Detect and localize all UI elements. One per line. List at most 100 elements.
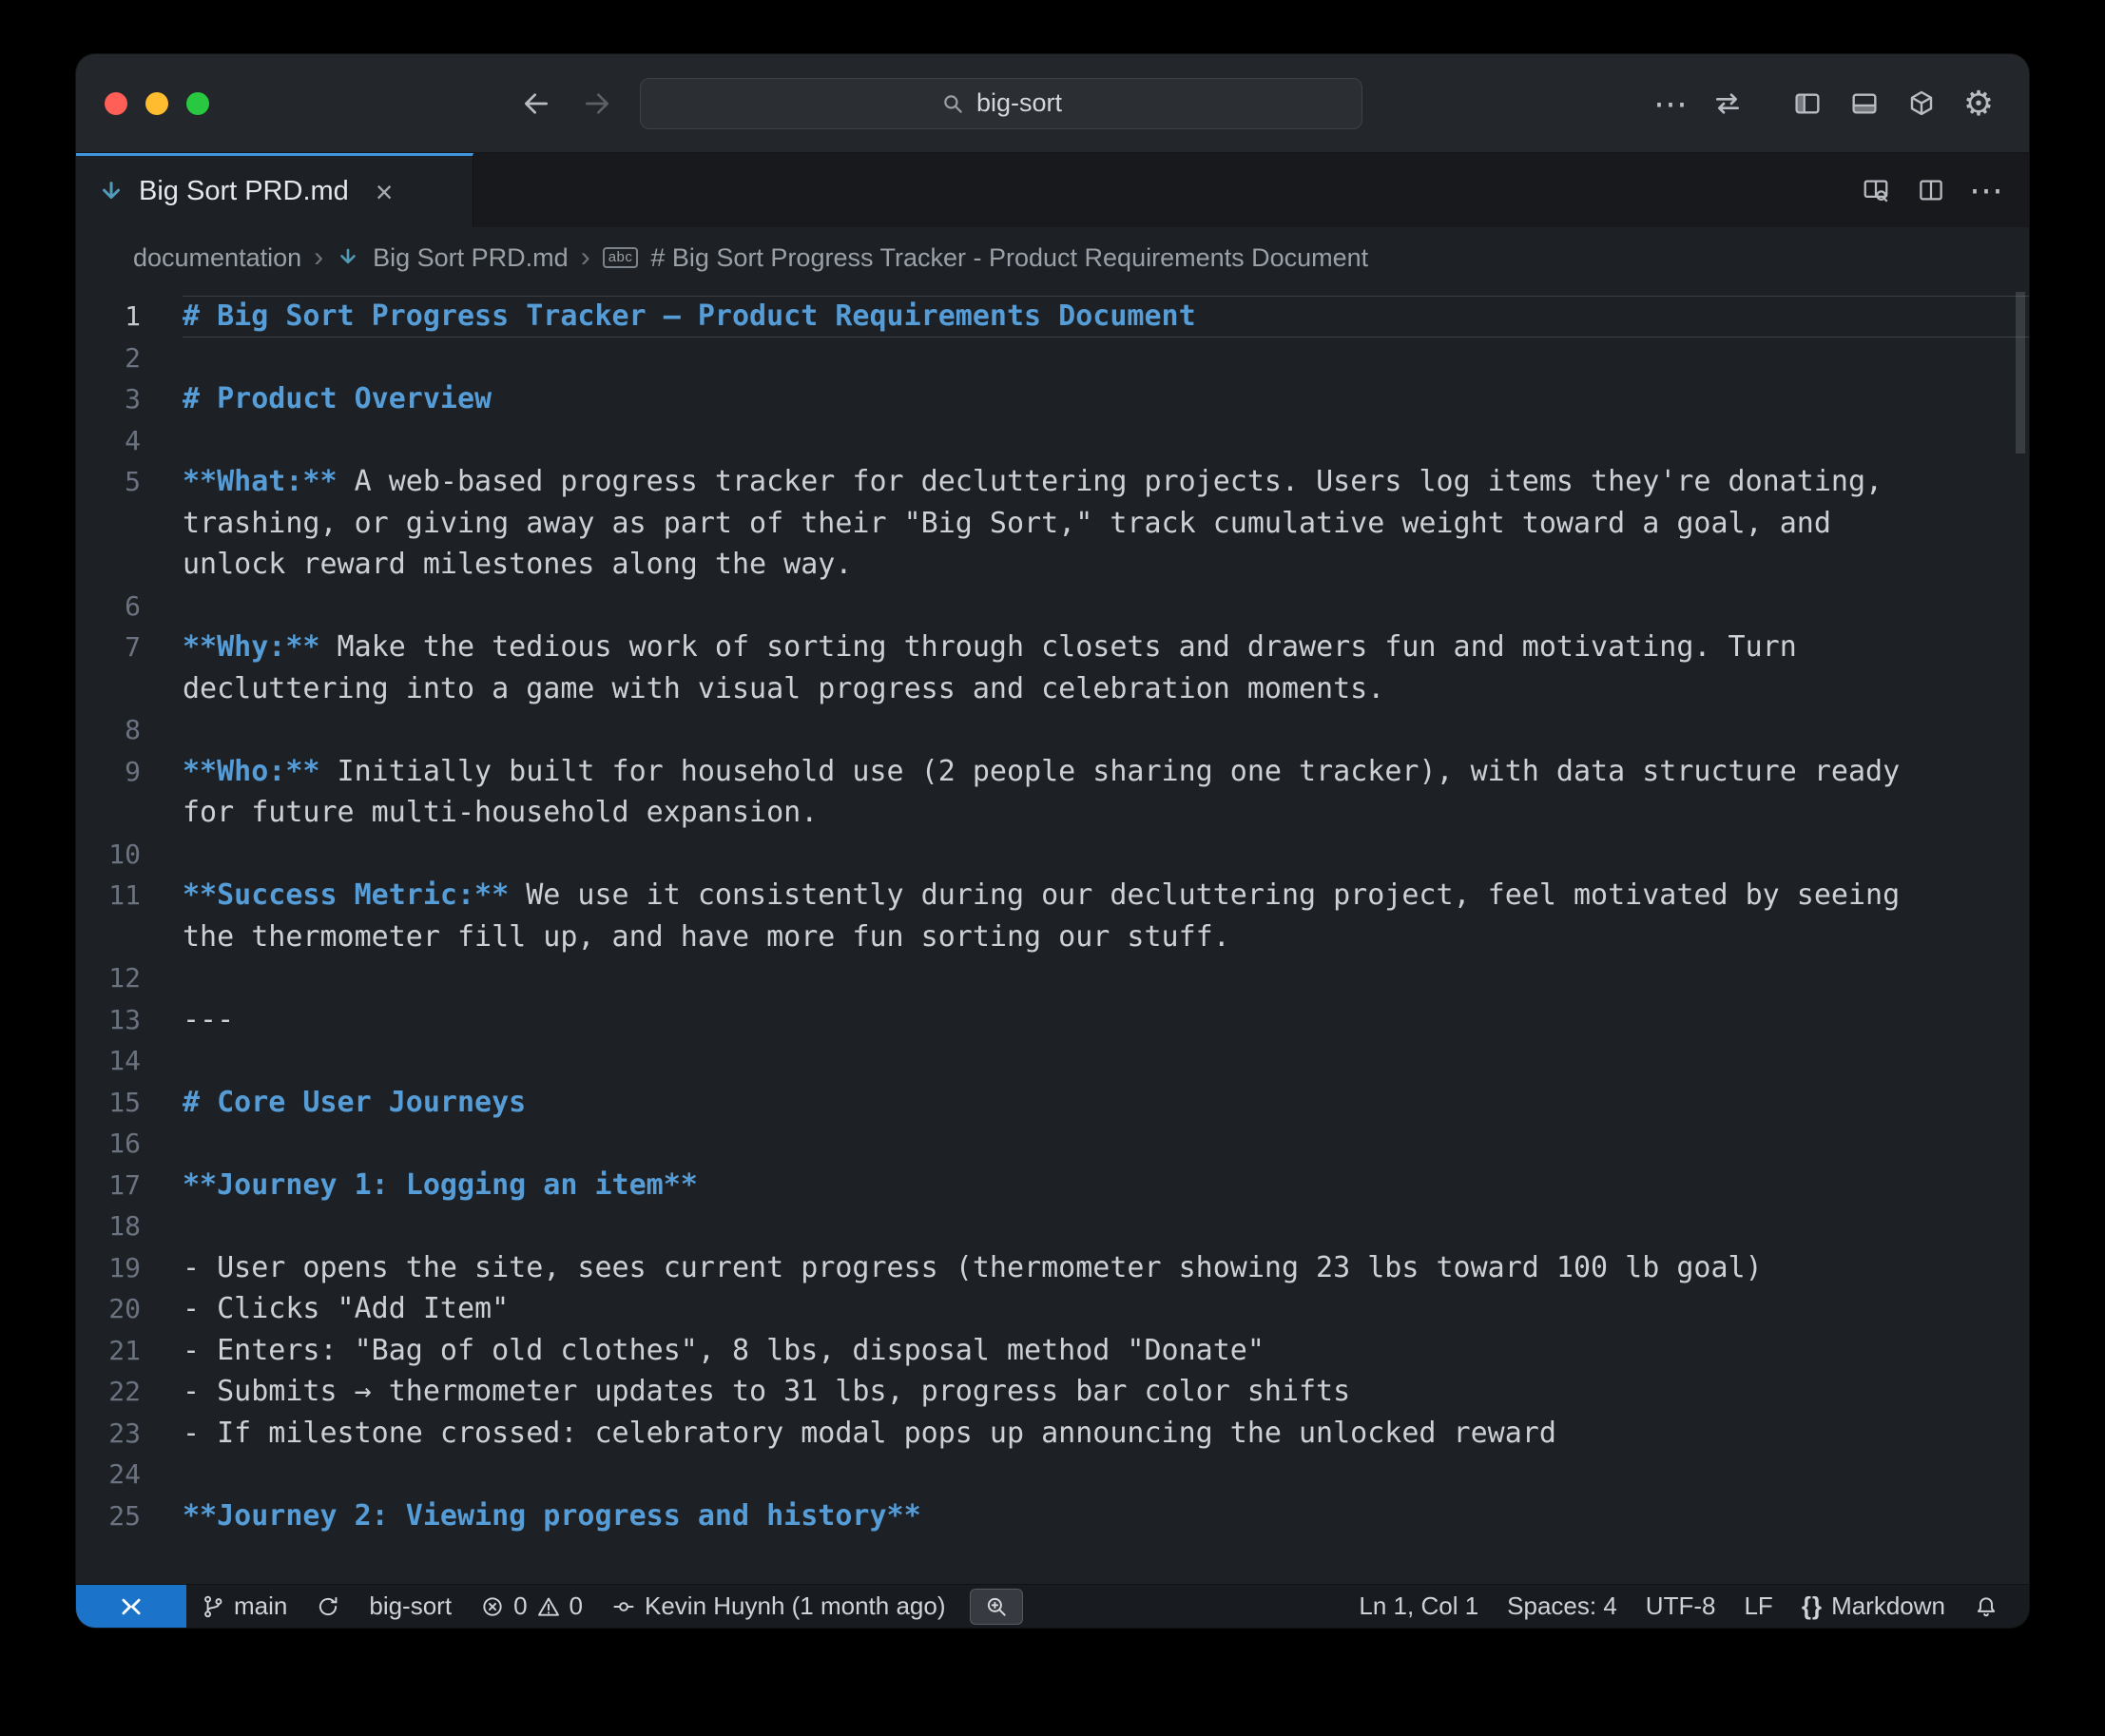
zoom-status-button[interactable] <box>970 1589 1023 1625</box>
editor-line[interactable]: 4 <box>76 420 2029 462</box>
line-number[interactable]: 4 <box>76 420 141 462</box>
line-number[interactable]: 24 <box>76 1454 141 1495</box>
line-content[interactable]: **Why:** Make the tedious work of sortin… <box>183 627 1934 709</box>
line-content[interactable]: **What:** A web-based progress tracker f… <box>183 461 1934 586</box>
editor[interactable]: 1 # Big Sort Progress Tracker — Product R… <box>76 288 2029 1584</box>
open-preview-icon[interactable] <box>1854 168 1898 212</box>
maximize-window-button[interactable] <box>186 92 209 115</box>
line-number[interactable]: 14 <box>76 1040 141 1082</box>
line-content[interactable]: **Success Metric:** We use it consistent… <box>183 875 1934 957</box>
line-number[interactable]: 21 <box>76 1330 141 1372</box>
tab-close-icon[interactable]: × <box>376 177 394 207</box>
line-content[interactable]: - If milestone crossed: celebratory moda… <box>183 1413 1934 1455</box>
line-number[interactable]: 12 <box>76 957 141 999</box>
cube-icon[interactable] <box>1900 82 1943 125</box>
branch-status[interactable]: main <box>186 1585 301 1628</box>
eol-status[interactable]: LF <box>1729 1591 1786 1621</box>
line-content[interactable]: # Big Sort Progress Tracker — Product Re… <box>183 296 1934 338</box>
line-number[interactable]: 22 <box>76 1371 141 1413</box>
editor-line[interactable]: 24 <box>76 1454 2029 1495</box>
line-number[interactable]: 15 <box>76 1082 141 1124</box>
language-status[interactable]: {} Markdown <box>1787 1591 1960 1621</box>
panel-left-icon[interactable] <box>1786 82 1829 125</box>
close-window-button[interactable] <box>105 92 127 115</box>
editor-line[interactable]: 9 **Who:** Initially built for household … <box>76 751 2029 834</box>
editor-line[interactable]: 22 - Submits → thermometer updates to 31 … <box>76 1371 2029 1413</box>
line-number[interactable]: 23 <box>76 1413 141 1455</box>
editor-line[interactable]: 25 **Journey 2: Viewing progress and hist… <box>76 1495 2029 1537</box>
editor-line[interactable]: 17 **Journey 1: Logging an item** <box>76 1165 2029 1206</box>
editor-line[interactable]: 11 **Success Metric:** We use it consiste… <box>76 875 2029 957</box>
line-number[interactable]: 6 <box>76 586 141 627</box>
breadcrumb-file[interactable]: Big Sort PRD.md <box>373 243 569 273</box>
line-content[interactable]: --- <box>183 999 1934 1041</box>
titlebar[interactable]: big-sort ⋯ ⚙ <box>76 54 2029 153</box>
editor-line[interactable]: 6 <box>76 586 2029 627</box>
line-number[interactable]: 2 <box>76 338 141 379</box>
editor-line[interactable]: 23 - If milestone crossed: celebratory mo… <box>76 1413 2029 1455</box>
line-content[interactable]: # Product Overview <box>183 378 1934 420</box>
line-content[interactable]: - Submits → thermometer updates to 31 lb… <box>183 1371 1934 1413</box>
line-number[interactable]: 16 <box>76 1123 141 1165</box>
editor-line[interactable]: 2 <box>76 338 2029 379</box>
line-number[interactable]: 25 <box>76 1495 141 1537</box>
editor-line[interactable]: 3 # Product Overview <box>76 378 2029 420</box>
editor-line[interactable]: 20 - Clicks "Add Item" <box>76 1288 2029 1330</box>
cursor-position-status[interactable]: Ln 1, Col 1 <box>1344 1591 1493 1621</box>
line-content[interactable]: **Journey 1: Logging an item** <box>183 1165 1934 1206</box>
back-icon[interactable] <box>514 82 558 125</box>
editor-line[interactable]: 1 # Big Sort Progress Tracker — Product R… <box>76 296 2029 338</box>
sync-button[interactable] <box>301 1585 355 1628</box>
minimize-window-button[interactable] <box>145 92 168 115</box>
line-number[interactable]: 20 <box>76 1288 141 1330</box>
editor-line[interactable]: 14 <box>76 1040 2029 1082</box>
editor-line[interactable]: 19 - User opens the site, sees current pr… <box>76 1247 2029 1289</box>
line-number[interactable]: 13 <box>76 999 141 1041</box>
editor-line[interactable]: 12 <box>76 957 2029 999</box>
editor-more-icon[interactable]: ⋯ <box>1964 168 2008 212</box>
editor-line[interactable]: 15 # Core User Journeys <box>76 1082 2029 1124</box>
indentation-status[interactable]: Spaces: 4 <box>1493 1591 1632 1621</box>
git-blame-status[interactable]: Kevin Huynh (1 month ago) <box>597 1585 960 1628</box>
editor-line[interactable]: 10 <box>76 834 2029 876</box>
problems-status[interactable]: 0 0 <box>466 1585 597 1628</box>
panel-bottom-icon[interactable] <box>1843 82 1886 125</box>
line-number[interactable]: 18 <box>76 1206 141 1247</box>
breadcrumb-symbol[interactable]: # Big Sort Progress Tracker - Product Re… <box>650 243 1368 273</box>
line-content[interactable]: **Journey 2: Viewing progress and histor… <box>183 1495 1934 1537</box>
line-number[interactable]: 19 <box>76 1247 141 1289</box>
breadcrumb-folder[interactable]: documentation <box>133 243 301 273</box>
line-number[interactable]: 7 <box>76 627 141 709</box>
notifications-button[interactable] <box>1960 1594 2019 1619</box>
line-content[interactable]: - User opens the site, sees current prog… <box>183 1247 1934 1289</box>
editor-line[interactable]: 13 --- <box>76 999 2029 1041</box>
editor-line[interactable]: 16 <box>76 1123 2029 1165</box>
search-input[interactable]: big-sort <box>640 78 1362 129</box>
line-content[interactable]: - Clicks "Add Item" <box>183 1288 1934 1330</box>
tab-big-sort-prd[interactable]: Big Sort PRD.md × <box>76 153 473 227</box>
split-editor-icon[interactable] <box>1909 168 1953 212</box>
line-content[interactable]: # Core User Journeys <box>183 1082 1934 1124</box>
arrows-swap-icon[interactable] <box>1706 82 1749 125</box>
line-number[interactable]: 5 <box>76 461 141 586</box>
remote-indicator-button[interactable] <box>76 1585 186 1628</box>
line-number[interactable]: 8 <box>76 709 141 751</box>
scrollbar-thumb[interactable] <box>2016 292 2025 453</box>
line-number[interactable]: 17 <box>76 1165 141 1206</box>
editor-line[interactable]: 8 <box>76 709 2029 751</box>
line-content[interactable]: - Enters: "Bag of old clothes", 8 lbs, d… <box>183 1330 1934 1372</box>
editor-line[interactable]: 21 - Enters: "Bag of old clothes", 8 lbs,… <box>76 1330 2029 1372</box>
line-number[interactable]: 11 <box>76 875 141 957</box>
line-content[interactable]: **Who:** Initially built for household u… <box>183 751 1934 834</box>
line-number[interactable]: 1 <box>76 296 141 338</box>
editor-line[interactable]: 5 **What:** A web-based progress tracker … <box>76 461 2029 586</box>
encoding-status[interactable]: UTF-8 <box>1632 1591 1730 1621</box>
editor-line[interactable]: 18 <box>76 1206 2029 1247</box>
line-number[interactable]: 10 <box>76 834 141 876</box>
more-icon[interactable]: ⋯ <box>1649 82 1692 125</box>
line-number[interactable]: 9 <box>76 751 141 834</box>
forward-icon[interactable] <box>575 82 619 125</box>
workspace-status[interactable]: big-sort <box>355 1585 466 1628</box>
gear-icon[interactable]: ⚙ <box>1957 82 2000 125</box>
line-number[interactable]: 3 <box>76 378 141 420</box>
